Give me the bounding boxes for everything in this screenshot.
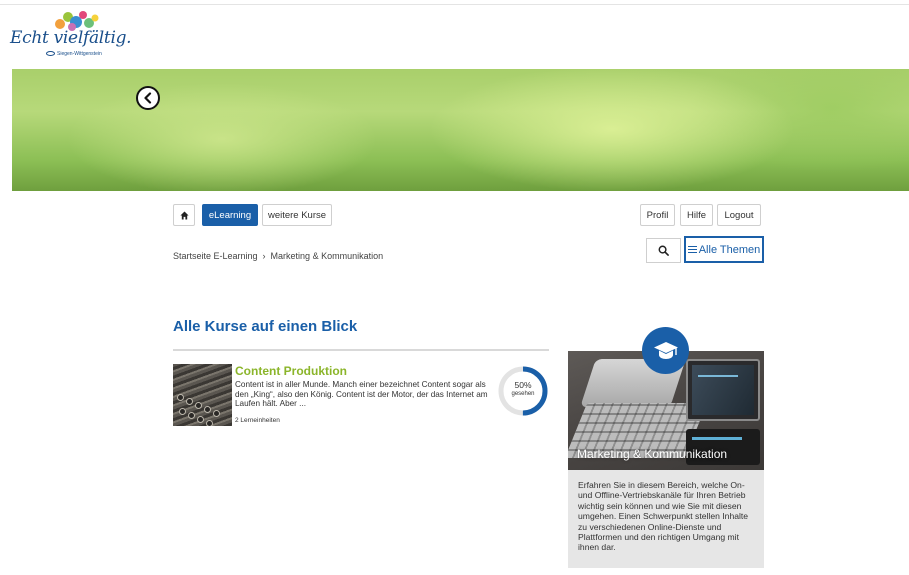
hamburger-menu-icon <box>687 244 697 255</box>
logo-wordmark: Echt vielfältig. <box>10 28 132 48</box>
breadcrumb: Startseite E-Learning › Marketing & Kommun… <box>173 251 383 261</box>
help-button[interactable]: Hilfe <box>680 204 713 226</box>
course-description: Content ist in aller Munde. Manch einer … <box>235 380 488 409</box>
progress-percent: 50% <box>514 380 532 390</box>
progress-label: gesehen <box>511 391 535 397</box>
logo-subtext: Siegen-Wittgenstein <box>46 51 102 57</box>
breadcrumb-separator: › <box>262 251 266 261</box>
top-border <box>0 4 909 5</box>
logo-subtext-label: Siegen-Wittgenstein <box>57 51 102 57</box>
all-topics-label: Alle Themen <box>698 243 761 256</box>
all-topics-button[interactable]: Alle Themen <box>684 236 764 263</box>
site-logo[interactable]: Echt vielfältig. Siegen-Wittgenstein <box>10 8 132 64</box>
profile-button[interactable]: Profil <box>640 204 675 226</box>
chevron-left-icon <box>144 92 152 104</box>
swirl-icon <box>46 51 55 57</box>
home-button[interactable] <box>173 204 195 226</box>
course-thumbnail[interactable] <box>173 364 232 426</box>
topic-description: Erfahren Sie in diesem Bereich, welche O… <box>578 480 749 553</box>
course-units: 2 Lerneinheiten <box>235 417 280 424</box>
search-button[interactable] <box>646 238 681 263</box>
search-icon <box>658 245 669 256</box>
hero-banner <box>12 69 909 191</box>
course-title[interactable]: Content Produktion <box>235 364 347 378</box>
breadcrumb-item-current[interactable]: Marketing & Kommunikation <box>271 251 384 261</box>
topic-badge <box>642 327 689 374</box>
graduation-cap-icon <box>653 341 678 359</box>
section-divider <box>173 349 549 351</box>
home-icon <box>179 210 189 220</box>
breadcrumb-item-home[interactable]: Startseite E-Learning <box>173 251 258 261</box>
back-button[interactable] <box>136 86 160 110</box>
nav-weitere-kurse[interactable]: weitere Kurse <box>262 204 332 226</box>
topic-card[interactable]: Marketing & Kommunikation Erfahren Sie i… <box>568 351 764 568</box>
topic-title[interactable]: Marketing & Kommunikation <box>577 447 727 461</box>
section-title: Alle Kurse auf einen Blick <box>173 318 358 335</box>
logout-button[interactable]: Logout <box>717 204 761 226</box>
nav-elearning[interactable]: eLearning <box>202 204 258 226</box>
